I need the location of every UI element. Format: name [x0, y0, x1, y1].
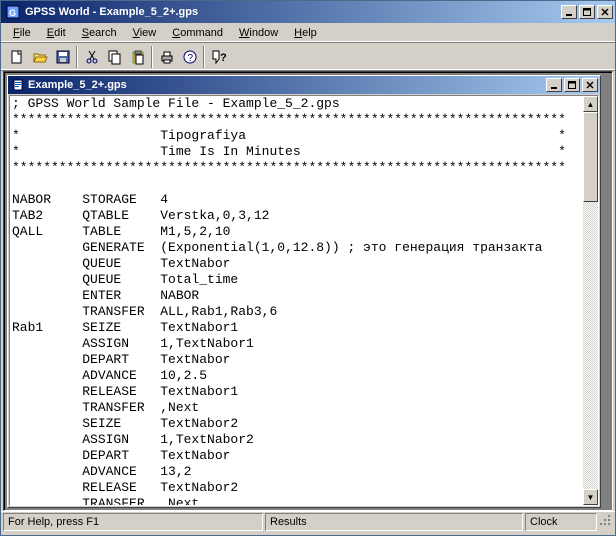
status-help-text: For Help, press F1 [8, 516, 99, 528]
status-results-pane: Results [265, 513, 523, 531]
status-help-pane: For Help, press F1 [3, 513, 263, 531]
status-clock-text: Clock [530, 516, 558, 528]
menu-edit[interactable]: Edit [39, 25, 74, 41]
help-button[interactable]: ? [178, 46, 201, 68]
editor-area: ; GPSS World Sample File - Example_5_2.g… [9, 95, 599, 506]
cut-button[interactable] [80, 46, 103, 68]
window-buttons [561, 5, 613, 19]
minimize-button[interactable] [561, 5, 577, 19]
status-results-text: Results [270, 516, 307, 528]
statusbar: For Help, press F1 Results Clock [1, 511, 615, 531]
child-minimize-button[interactable] [546, 78, 562, 92]
child-window-title: Example_5_2+.gps [28, 79, 546, 91]
menu-file[interactable]: File [5, 25, 39, 41]
vertical-scrollbar[interactable]: ▲ ▼ [582, 96, 598, 505]
child-window-buttons [546, 78, 598, 92]
svg-text:G: G [9, 8, 16, 18]
titlebar: G GPSS World - Example_5_2+.gps [1, 1, 615, 23]
scroll-thumb[interactable] [583, 112, 598, 202]
resize-grip[interactable] [599, 515, 613, 528]
print-button[interactable] [155, 46, 178, 68]
toolbar: ? ? [1, 43, 615, 71]
scroll-track[interactable] [583, 112, 598, 489]
maximize-button[interactable] [579, 5, 595, 19]
child-window: Example_5_2+.gps ; GPSS World Sample Fil… [7, 75, 601, 508]
copy-button[interactable] [103, 46, 126, 68]
toolbar-separator [203, 46, 205, 68]
scroll-up-button[interactable]: ▲ [583, 96, 598, 112]
doc-icon [11, 78, 25, 92]
new-button[interactable] [5, 46, 28, 68]
window-title: GPSS World - Example_5_2+.gps [25, 6, 561, 18]
menu-command[interactable]: Command [164, 25, 231, 41]
toolbar-separator [76, 46, 78, 68]
child-maximize-button[interactable] [564, 78, 580, 92]
mdi-client-area: Example_5_2+.gps ; GPSS World Sample Fil… [3, 71, 613, 511]
code-editor[interactable]: ; GPSS World Sample File - Example_5_2.g… [10, 96, 582, 505]
close-button[interactable] [597, 5, 613, 19]
app-icon: G [5, 4, 21, 20]
child-titlebar: Example_5_2+.gps [8, 76, 600, 94]
whatsthis-button[interactable]: ? [207, 46, 230, 68]
scroll-down-button[interactable]: ▼ [583, 489, 598, 505]
menu-window[interactable]: Window [231, 25, 286, 41]
child-close-button[interactable] [582, 78, 598, 92]
svg-text:?: ? [220, 52, 227, 64]
toolbar-separator [151, 46, 153, 68]
menu-view[interactable]: View [125, 25, 165, 41]
open-button[interactable] [28, 46, 51, 68]
status-clock-pane: Clock [525, 513, 597, 531]
svg-text:?: ? [187, 53, 193, 64]
paste-button[interactable] [126, 46, 149, 68]
menubar: File Edit Search View Command Window Hel… [1, 23, 615, 43]
menu-search[interactable]: Search [74, 25, 125, 41]
save-button[interactable] [51, 46, 74, 68]
menu-help[interactable]: Help [286, 25, 325, 41]
